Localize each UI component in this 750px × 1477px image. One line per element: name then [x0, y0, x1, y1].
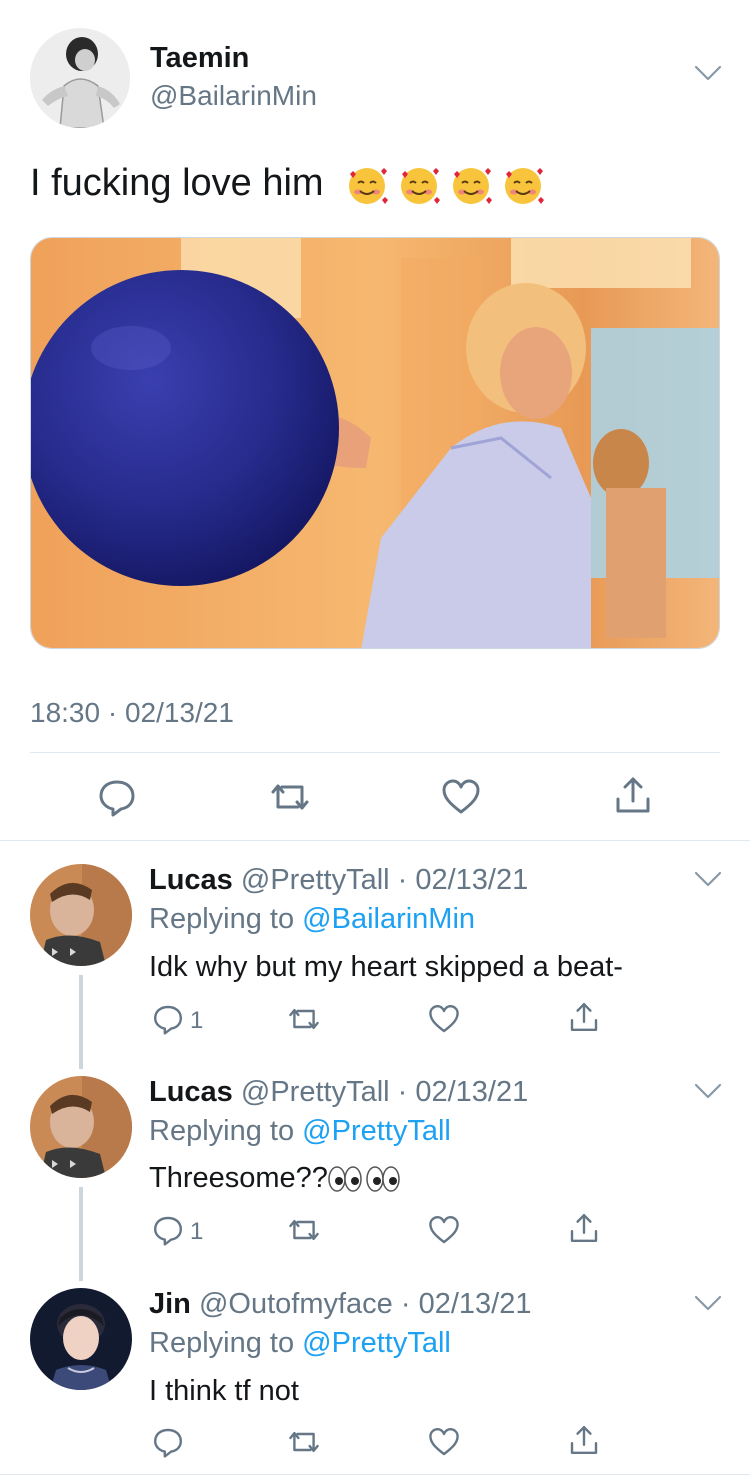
- reply-meta: @Outofmyface · 02/13/21: [198, 1288, 532, 1320]
- author-name[interactable]: Taemin: [150, 42, 249, 75]
- chevron-down-icon[interactable]: [694, 64, 722, 82]
- reply-text: Threesome??: [149, 1162, 328, 1194]
- replying-to: Replying to @PrettyTall: [149, 1115, 451, 1148]
- reply-icon: [154, 1005, 182, 1035]
- reply-meta: @PrettyTall · 02/13/21: [240, 864, 529, 896]
- reply-text: I think tf not: [149, 1375, 299, 1407]
- share-button[interactable]: [568, 1001, 600, 1033]
- smiling-face-with-hearts-icon: [453, 168, 493, 204]
- tweet-text: I fucking love him: [30, 162, 324, 205]
- share-button[interactable]: [568, 1424, 600, 1456]
- reply-text: Idk why but my heart skipped a beat-: [149, 951, 623, 983]
- replying-mention[interactable]: @PrettyTall: [302, 1327, 451, 1359]
- reply-header: Jin @Outofmyface · 02/13/21: [149, 1288, 531, 1321]
- like-button[interactable]: [428, 1003, 460, 1035]
- like-button[interactable]: [428, 1214, 460, 1246]
- reply-icon: [99, 780, 135, 817]
- thread-line: [79, 1187, 83, 1281]
- chevron-down-icon[interactable]: [694, 1294, 722, 1312]
- reply-author-name[interactable]: Jin: [149, 1288, 191, 1320]
- retweet-button[interactable]: [288, 1214, 320, 1246]
- replying-prefix: Replying to: [149, 1327, 295, 1359]
- reply-text-row: Threesome??: [149, 1162, 400, 1195]
- reply-author-name[interactable]: Lucas: [149, 864, 233, 896]
- retweet-button[interactable]: [288, 1003, 320, 1035]
- reply-header: Lucas @PrettyTall · 02/13/21: [149, 1076, 528, 1109]
- replying-prefix: Replying to: [149, 1115, 295, 1147]
- replying-to: Replying to @BailarinMin: [149, 903, 475, 936]
- emoji-group: [344, 162, 546, 208]
- reply-avatar[interactable]: [30, 864, 132, 966]
- author-handle[interactable]: @BailarinMin: [150, 80, 317, 112]
- reply-icon: [154, 1216, 182, 1246]
- replying-mention[interactable]: @BailarinMin: [302, 903, 475, 935]
- heart-icon: [429, 1005, 459, 1033]
- chevron-down-icon[interactable]: [694, 870, 722, 888]
- share-icon: [570, 1426, 598, 1454]
- retweet-button[interactable]: [288, 1426, 320, 1458]
- bottom-divider: [0, 1474, 750, 1475]
- replying-to: Replying to @PrettyTall: [149, 1327, 451, 1360]
- smiling-face-with-hearts-icon: [401, 168, 441, 204]
- reply-button[interactable]: [152, 1003, 184, 1035]
- reply-button[interactable]: [152, 1214, 184, 1246]
- replying-prefix: Replying to: [149, 903, 295, 935]
- like-button[interactable]: [428, 1426, 460, 1458]
- share-icon: [570, 1003, 598, 1031]
- replying-mention[interactable]: @PrettyTall: [302, 1115, 451, 1147]
- reply-meta: @PrettyTall · 02/13/21: [240, 1076, 529, 1108]
- reply-avatar[interactable]: [30, 1288, 132, 1390]
- heart-icon: [429, 1428, 459, 1456]
- tweet-timestamp[interactable]: 18:30 · 02/13/21: [30, 697, 234, 729]
- thread-line: [79, 975, 83, 1069]
- tweet-text-row: I fucking love him: [30, 162, 546, 208]
- eyes-icon: [366, 1166, 400, 1193]
- reply-header: Lucas @PrettyTall · 02/13/21: [149, 864, 528, 897]
- reply-count: 1: [190, 1007, 204, 1034]
- heart-icon: [429, 1216, 459, 1244]
- tweet-photo[interactable]: [30, 237, 720, 649]
- retweet-icon: [271, 784, 309, 810]
- heart-icon: [442, 779, 480, 814]
- reply-avatar[interactable]: [30, 1076, 132, 1178]
- reply-icon: [154, 1428, 182, 1458]
- retweet-button[interactable]: [270, 777, 310, 817]
- divider: [30, 752, 720, 753]
- share-icon: [616, 777, 650, 813]
- reply-count: 1: [190, 1218, 204, 1245]
- smiling-face-with-hearts-icon: [505, 168, 545, 204]
- retweet-icon: [289, 1009, 319, 1029]
- eyes-icon: [328, 1166, 362, 1193]
- like-button[interactable]: [441, 777, 481, 817]
- author-avatar[interactable]: [30, 28, 130, 128]
- chevron-down-icon[interactable]: [694, 1082, 722, 1100]
- share-button[interactable]: [613, 775, 653, 815]
- reply-button[interactable]: [97, 777, 137, 817]
- reply-button[interactable]: [152, 1426, 184, 1458]
- retweet-icon: [289, 1432, 319, 1452]
- share-icon: [570, 1214, 598, 1242]
- section-divider: [0, 840, 750, 841]
- smiling-face-with-hearts-icon: [349, 168, 389, 204]
- retweet-icon: [289, 1220, 319, 1240]
- reply-author-name[interactable]: Lucas: [149, 1076, 233, 1108]
- share-button[interactable]: [568, 1212, 600, 1244]
